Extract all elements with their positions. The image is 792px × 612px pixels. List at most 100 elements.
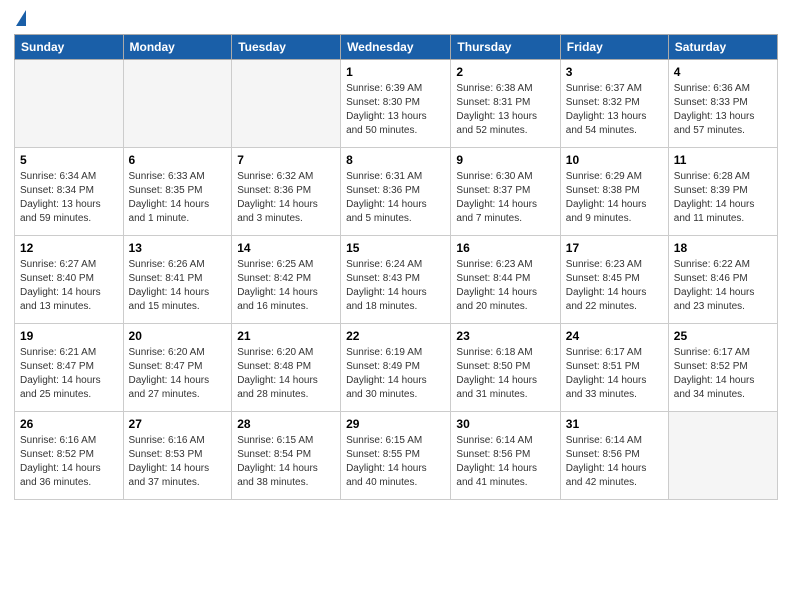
day-info: Sunrise: 6:25 AM Sunset: 8:42 PM Dayligh… bbox=[237, 258, 335, 314]
calendar-cell: 3 Sunrise: 6:37 AM Sunset: 8:32 PM Daylig… bbox=[560, 60, 668, 148]
day-number: 8 bbox=[346, 152, 445, 168]
day-info: Sunrise: 6:36 AM Sunset: 8:33 PM Dayligh… bbox=[674, 82, 772, 138]
day-info: Sunrise: 6:30 AM Sunset: 8:37 PM Dayligh… bbox=[456, 170, 554, 226]
day-info: Sunrise: 6:24 AM Sunset: 8:43 PM Dayligh… bbox=[346, 258, 445, 314]
calendar-cell: 29 Sunrise: 6:15 AM Sunset: 8:55 PM Dayli… bbox=[341, 412, 451, 500]
day-info: Sunrise: 6:23 AM Sunset: 8:44 PM Dayligh… bbox=[456, 258, 554, 314]
day-info: Sunrise: 6:14 AM Sunset: 8:56 PM Dayligh… bbox=[456, 434, 554, 490]
calendar-cell: 21 Sunrise: 6:20 AM Sunset: 8:48 PM Dayli… bbox=[232, 324, 341, 412]
day-info: Sunrise: 6:19 AM Sunset: 8:49 PM Dayligh… bbox=[346, 346, 445, 402]
calendar-cell: 15 Sunrise: 6:24 AM Sunset: 8:43 PM Dayli… bbox=[341, 236, 451, 324]
calendar-header-sunday: Sunday bbox=[15, 35, 124, 60]
day-number: 29 bbox=[346, 416, 445, 432]
calendar-cell: 5 Sunrise: 6:34 AM Sunset: 8:34 PM Daylig… bbox=[15, 148, 124, 236]
day-number: 12 bbox=[20, 240, 118, 256]
calendar-cell: 10Sunrise: 6:29 AM Sunset: 8:38 PM Dayli… bbox=[560, 148, 668, 236]
header bbox=[14, 10, 778, 28]
day-info: Sunrise: 6:20 AM Sunset: 8:48 PM Dayligh… bbox=[237, 346, 335, 402]
calendar-cell bbox=[232, 60, 341, 148]
calendar-cell: 1Sunrise: 6:39 AM Sunset: 8:30 PM Daylig… bbox=[341, 60, 451, 148]
calendar-cell: 11 Sunrise: 6:28 AM Sunset: 8:39 PM Dayli… bbox=[668, 148, 777, 236]
day-number: 17 bbox=[566, 240, 663, 256]
day-number: 26 bbox=[20, 416, 118, 432]
calendar-week-row: 19 Sunrise: 6:21 AM Sunset: 8:47 PM Dayli… bbox=[15, 324, 778, 412]
calendar-header-wednesday: Wednesday bbox=[341, 35, 451, 60]
calendar-cell: 18 Sunrise: 6:22 AM Sunset: 8:46 PM Dayli… bbox=[668, 236, 777, 324]
calendar-cell bbox=[15, 60, 124, 148]
calendar-header-friday: Friday bbox=[560, 35, 668, 60]
day-info: Sunrise: 6:16 AM Sunset: 8:52 PM Dayligh… bbox=[20, 434, 118, 490]
day-info: Sunrise: 6:15 AM Sunset: 8:55 PM Dayligh… bbox=[346, 434, 445, 490]
day-number: 14 bbox=[237, 240, 335, 256]
day-number: 2 bbox=[456, 64, 554, 80]
day-number: 13 bbox=[129, 240, 227, 256]
day-info: Sunrise: 6:32 AM Sunset: 8:36 PM Dayligh… bbox=[237, 170, 335, 226]
calendar-cell: 4 Sunrise: 6:36 AM Sunset: 8:33 PM Daylig… bbox=[668, 60, 777, 148]
day-number: 21 bbox=[237, 328, 335, 344]
calendar-cell: 25 Sunrise: 6:17 AM Sunset: 8:52 PM Dayli… bbox=[668, 324, 777, 412]
calendar-week-row: 12 Sunrise: 6:27 AM Sunset: 8:40 PM Dayli… bbox=[15, 236, 778, 324]
day-info: Sunrise: 6:27 AM Sunset: 8:40 PM Dayligh… bbox=[20, 258, 118, 314]
day-info: Sunrise: 6:23 AM Sunset: 8:45 PM Dayligh… bbox=[566, 258, 663, 314]
day-number: 11 bbox=[674, 152, 772, 168]
day-info: Sunrise: 6:15 AM Sunset: 8:54 PM Dayligh… bbox=[237, 434, 335, 490]
calendar-cell: 19 Sunrise: 6:21 AM Sunset: 8:47 PM Dayli… bbox=[15, 324, 124, 412]
page: SundayMondayTuesdayWednesdayThursdayFrid… bbox=[0, 0, 792, 510]
logo-triangle-icon bbox=[16, 10, 26, 26]
calendar-cell: 6Sunrise: 6:33 AM Sunset: 8:35 PM Daylig… bbox=[123, 148, 232, 236]
calendar-cell: 30 Sunrise: 6:14 AM Sunset: 8:56 PM Dayli… bbox=[451, 412, 560, 500]
day-info: Sunrise: 6:28 AM Sunset: 8:39 PM Dayligh… bbox=[674, 170, 772, 226]
day-info: Sunrise: 6:34 AM Sunset: 8:34 PM Dayligh… bbox=[20, 170, 118, 226]
calendar-cell: 26 Sunrise: 6:16 AM Sunset: 8:52 PM Dayli… bbox=[15, 412, 124, 500]
day-info: Sunrise: 6:17 AM Sunset: 8:51 PM Dayligh… bbox=[566, 346, 663, 402]
calendar-cell: 27Sunrise: 6:16 AM Sunset: 8:53 PM Dayli… bbox=[123, 412, 232, 500]
calendar-table: SundayMondayTuesdayWednesdayThursdayFrid… bbox=[14, 34, 778, 500]
day-number: 18 bbox=[674, 240, 772, 256]
calendar-cell bbox=[123, 60, 232, 148]
calendar-cell: 14 Sunrise: 6:25 AM Sunset: 8:42 PM Dayli… bbox=[232, 236, 341, 324]
day-number: 25 bbox=[674, 328, 772, 344]
day-number: 3 bbox=[566, 64, 663, 80]
day-info: Sunrise: 6:21 AM Sunset: 8:47 PM Dayligh… bbox=[20, 346, 118, 402]
day-info: Sunrise: 6:22 AM Sunset: 8:46 PM Dayligh… bbox=[674, 258, 772, 314]
calendar-cell: 17 Sunrise: 6:23 AM Sunset: 8:45 PM Dayli… bbox=[560, 236, 668, 324]
calendar-week-row: 5 Sunrise: 6:34 AM Sunset: 8:34 PM Daylig… bbox=[15, 148, 778, 236]
calendar-cell: 16Sunrise: 6:23 AM Sunset: 8:44 PM Dayli… bbox=[451, 236, 560, 324]
day-info: Sunrise: 6:16 AM Sunset: 8:53 PM Dayligh… bbox=[129, 434, 227, 490]
calendar-cell: 7 Sunrise: 6:32 AM Sunset: 8:36 PM Daylig… bbox=[232, 148, 341, 236]
day-number: 7 bbox=[237, 152, 335, 168]
day-number: 5 bbox=[20, 152, 118, 168]
calendar-cell: 22Sunrise: 6:19 AM Sunset: 8:49 PM Dayli… bbox=[341, 324, 451, 412]
day-number: 9 bbox=[456, 152, 554, 168]
calendar-cell: 8 Sunrise: 6:31 AM Sunset: 8:36 PM Daylig… bbox=[341, 148, 451, 236]
calendar-cell: 28Sunrise: 6:15 AM Sunset: 8:54 PM Dayli… bbox=[232, 412, 341, 500]
calendar-cell: 12 Sunrise: 6:27 AM Sunset: 8:40 PM Dayli… bbox=[15, 236, 124, 324]
calendar-header-saturday: Saturday bbox=[668, 35, 777, 60]
calendar-cell bbox=[668, 412, 777, 500]
day-info: Sunrise: 6:20 AM Sunset: 8:47 PM Dayligh… bbox=[129, 346, 227, 402]
day-info: Sunrise: 6:33 AM Sunset: 8:35 PM Dayligh… bbox=[129, 170, 227, 226]
calendar-week-row: 1Sunrise: 6:39 AM Sunset: 8:30 PM Daylig… bbox=[15, 60, 778, 148]
day-number: 1 bbox=[346, 64, 445, 80]
calendar-header-monday: Monday bbox=[123, 35, 232, 60]
calendar-cell: 13 Sunrise: 6:26 AM Sunset: 8:41 PM Dayli… bbox=[123, 236, 232, 324]
day-number: 19 bbox=[20, 328, 118, 344]
calendar-cell: 9 Sunrise: 6:30 AM Sunset: 8:37 PM Daylig… bbox=[451, 148, 560, 236]
calendar-cell: 31 Sunrise: 6:14 AM Sunset: 8:56 PM Dayli… bbox=[560, 412, 668, 500]
day-number: 31 bbox=[566, 416, 663, 432]
day-number: 15 bbox=[346, 240, 445, 256]
calendar-cell: 24Sunrise: 6:17 AM Sunset: 8:51 PM Dayli… bbox=[560, 324, 668, 412]
day-info: Sunrise: 6:18 AM Sunset: 8:50 PM Dayligh… bbox=[456, 346, 554, 402]
day-info: Sunrise: 6:37 AM Sunset: 8:32 PM Dayligh… bbox=[566, 82, 663, 138]
day-number: 23 bbox=[456, 328, 554, 344]
calendar-header-thursday: Thursday bbox=[451, 35, 560, 60]
day-number: 30 bbox=[456, 416, 554, 432]
day-number: 4 bbox=[674, 64, 772, 80]
day-info: Sunrise: 6:26 AM Sunset: 8:41 PM Dayligh… bbox=[129, 258, 227, 314]
calendar-cell: 20Sunrise: 6:20 AM Sunset: 8:47 PM Dayli… bbox=[123, 324, 232, 412]
day-info: Sunrise: 6:17 AM Sunset: 8:52 PM Dayligh… bbox=[674, 346, 772, 402]
day-info: Sunrise: 6:14 AM Sunset: 8:56 PM Dayligh… bbox=[566, 434, 663, 490]
calendar-cell: 23 Sunrise: 6:18 AM Sunset: 8:50 PM Dayli… bbox=[451, 324, 560, 412]
day-info: Sunrise: 6:31 AM Sunset: 8:36 PM Dayligh… bbox=[346, 170, 445, 226]
day-number: 10 bbox=[566, 152, 663, 168]
